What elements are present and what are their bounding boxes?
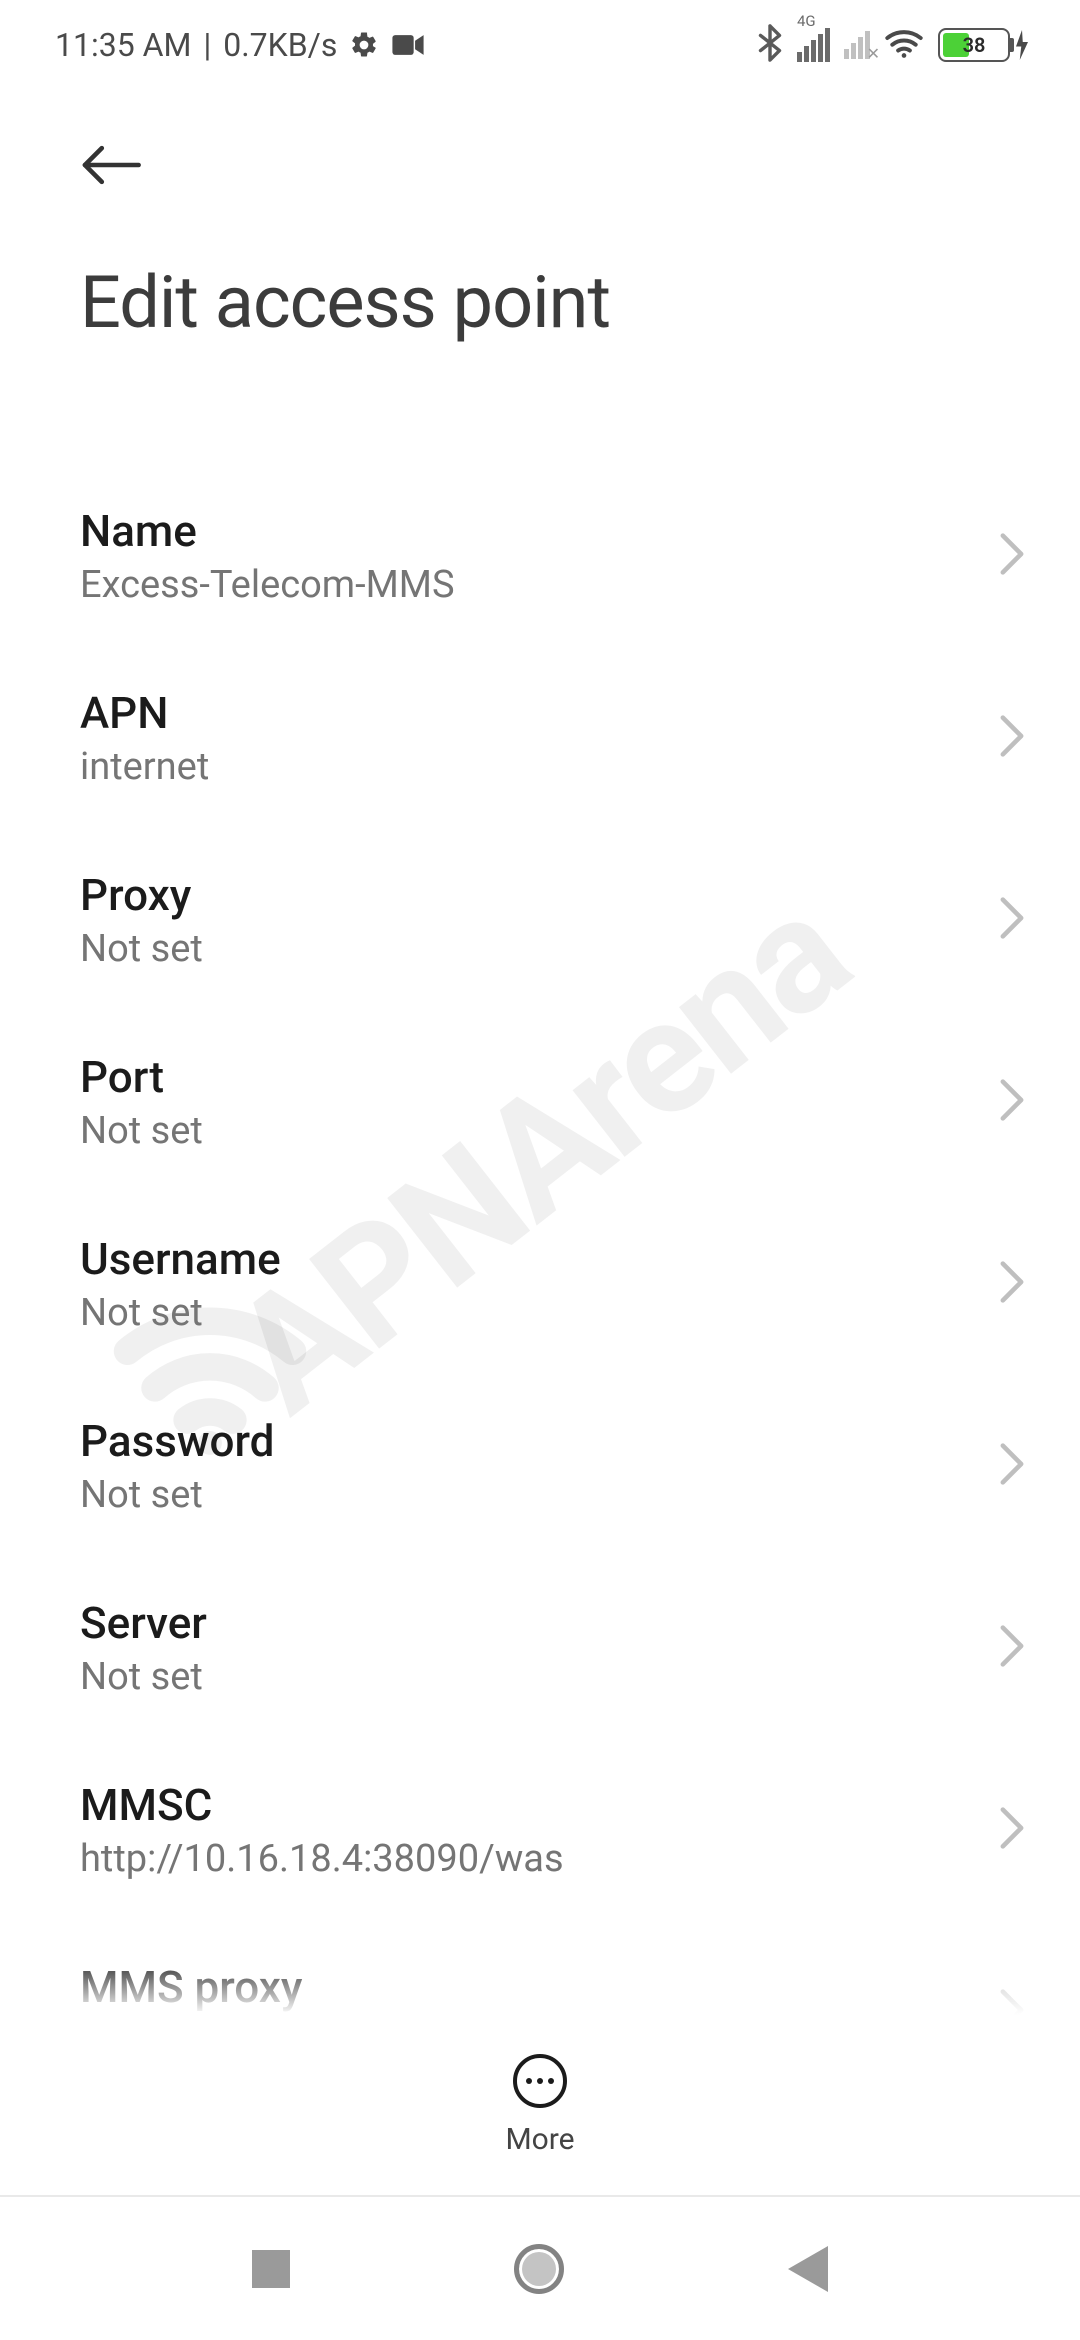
more-icon xyxy=(513,2054,567,2108)
setting-label: MMS proxy xyxy=(80,1961,302,2013)
setting-value: Excess-Telecom-MMS xyxy=(80,563,455,607)
setting-mmsc[interactable]: MMSC http://10.16.18.4:38090/was xyxy=(0,1739,1080,1921)
chevron-right-icon xyxy=(999,532,1025,580)
arrow-left-icon xyxy=(80,142,142,188)
more-button[interactable]: More xyxy=(0,2015,1080,2195)
setting-label: MMSC xyxy=(80,1779,564,1831)
status-sep: | xyxy=(203,26,211,64)
chevron-right-icon xyxy=(999,896,1025,944)
setting-port[interactable]: Port Not set xyxy=(0,1011,1080,1193)
setting-label: APN xyxy=(80,687,209,739)
chevron-right-icon xyxy=(999,1624,1025,1672)
setting-label: Password xyxy=(80,1415,274,1467)
signal-4g-icon: 4G xyxy=(797,28,830,62)
chevron-right-icon xyxy=(999,1078,1025,1126)
setting-value: Not set xyxy=(80,1291,281,1335)
setting-name[interactable]: Name Excess-Telecom-MMS xyxy=(0,465,1080,647)
setting-proxy[interactable]: Proxy Not set xyxy=(0,829,1080,1011)
gear-icon xyxy=(349,30,379,60)
signal-no-sim-icon: ✕ xyxy=(844,31,870,59)
status-bar: 11:35 AM | 0.7KB/s 4G xyxy=(0,0,1080,90)
chevron-right-icon xyxy=(999,1442,1025,1490)
setting-label: Server xyxy=(80,1597,207,1649)
bluetooth-icon xyxy=(757,24,783,66)
setting-value: Not set xyxy=(80,927,203,971)
setting-label: Port xyxy=(80,1051,203,1103)
setting-value: internet xyxy=(80,745,209,789)
status-left: 11:35 AM | 0.7KB/s xyxy=(55,26,425,64)
wifi-icon xyxy=(884,26,924,64)
setting-value: http://10.16.18.4:38090/was xyxy=(80,1837,564,1881)
charging-icon xyxy=(1014,30,1030,60)
chevron-right-icon xyxy=(999,1988,1025,2015)
nav-back-button[interactable] xyxy=(788,2246,828,2292)
setting-value: Not set xyxy=(80,1473,274,1517)
chevron-right-icon xyxy=(999,714,1025,762)
setting-mms-proxy[interactable]: MMS proxy 10.16.18.77 xyxy=(0,1921,1080,2015)
page-title: Edit access point xyxy=(80,260,1000,345)
camera-icon xyxy=(391,32,425,58)
setting-password[interactable]: Password Not set xyxy=(0,1375,1080,1557)
header: Edit access point xyxy=(0,90,1080,345)
setting-server[interactable]: Server Not set xyxy=(0,1557,1080,1739)
chevron-right-icon xyxy=(999,1806,1025,1854)
setting-apn[interactable]: APN internet xyxy=(0,647,1080,829)
setting-value: Not set xyxy=(80,1655,207,1699)
more-label: More xyxy=(505,2122,574,2157)
setting-value: Not set xyxy=(80,1109,203,1153)
setting-label: Username xyxy=(80,1233,281,1285)
setting-label: Name xyxy=(80,505,455,557)
setting-label: Proxy xyxy=(80,869,203,921)
settings-list: Name Excess-Telecom-MMS APN internet Pro… xyxy=(0,465,1080,2015)
setting-username[interactable]: Username Not set xyxy=(0,1193,1080,1375)
status-right: 4G ✕ 38 xyxy=(757,24,1030,66)
nav-recents-button[interactable] xyxy=(252,2250,290,2288)
status-data-rate: 0.7KB/s xyxy=(223,26,337,64)
nav-bar xyxy=(0,2195,1080,2340)
back-button[interactable] xyxy=(80,130,150,200)
battery-icon: 38 xyxy=(938,28,1030,62)
chevron-right-icon xyxy=(999,1260,1025,1308)
status-time: 11:35 AM xyxy=(55,26,191,64)
nav-home-button[interactable] xyxy=(514,2244,564,2294)
